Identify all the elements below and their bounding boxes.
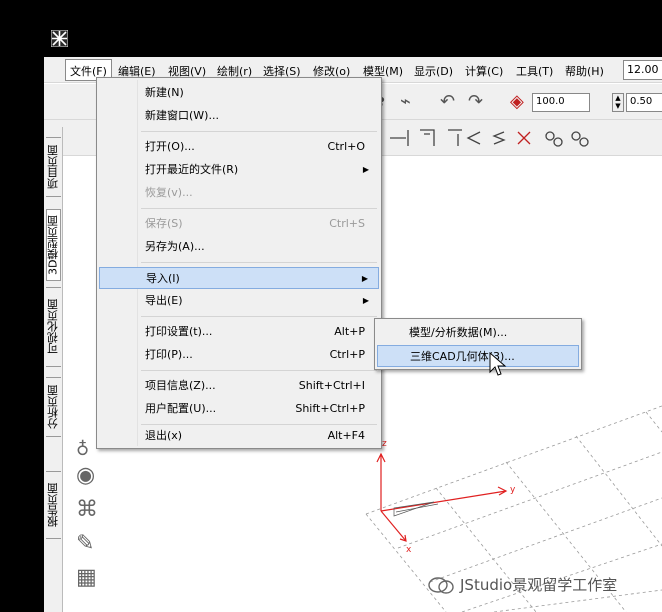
menu-item-exit[interactable]: 退出(x) Alt+F4 [99,425,379,447]
menu-item-label: 退出(x) [145,429,183,442]
draw-tools-icon[interactable] [340,126,662,150]
tool-palette: ♁ ◉ ⌘ ✎ ▦ [64,437,106,612]
import-submenu: 模型/分析数据(M)... 三维CAD几何体(3)... [374,318,582,370]
menu-item-print-setup[interactable]: 打印设置(t)... Alt+P [99,321,379,343]
menu-item-label: 用户配置(U)... [145,402,217,415]
menu-item-label: 恢复(v)... [145,186,193,199]
menu-item-save-as[interactable]: 另存为(A)... [99,236,379,258]
menu-shortcut: Alt+P [334,325,365,338]
app-icon [51,30,68,47]
submenu-item-label: 模型/分析数据(M)... [409,326,508,339]
menu-separator [141,131,377,132]
menu-shortcut: Ctrl+O [327,140,365,153]
sketch-icon[interactable]: ✎ [76,531,94,557]
menu-item-label: 导出(E) [145,294,183,307]
menu-shortcut: Ctrl+S [329,217,365,230]
menu-item-import[interactable]: 导入(I) ▶ [99,267,379,289]
menu-item-save[interactable]: 保存(S) Ctrl+S [99,213,379,235]
tab-visualization[interactable]: 可视化页面 [46,287,61,367]
submenu-arrow-icon: ▶ [362,296,369,305]
lightbulb-icon[interactable]: ♁ [76,437,89,463]
menu-item-export[interactable]: 导出(E) ▶ [99,290,379,312]
menu-item-label: 打印设置(t)... [145,325,213,338]
speaker-icon[interactable]: ◉ [76,463,95,489]
tab-project[interactable]: 项目页面 [46,137,61,197]
plan-icon[interactable]: ▦ [76,565,97,591]
menu-item-user-config[interactable]: 用户配置(U)... Shift+Ctrl+P [99,398,379,420]
menu-separator [141,316,377,317]
menu-separator [141,370,377,371]
stepper-icon[interactable]: ▲ ▼ [612,93,624,112]
menu-shortcut: Ctrl+P [329,348,365,361]
submenu-arrow-icon: ▶ [362,165,369,174]
value-input-1[interactable]: 100.0 [532,93,590,112]
menu-shortcut: Shift+Ctrl+I [298,379,365,392]
value-input-2[interactable]: 0.50 [626,93,662,112]
menu-item-label: 打印(P)... [145,348,193,361]
menu-item-recover[interactable]: 恢复(v)... [99,182,379,204]
menu-shortcut: Alt+F4 [327,429,365,442]
tab-3d-model[interactable]: 3D模型页面 [46,209,61,281]
menu-separator [141,262,377,263]
watermark: JStudio景观留学工作室 [428,574,617,595]
zoom-field[interactable]: 12.00 [623,60,662,80]
snap-icon[interactable]: ◈ [510,92,524,112]
redo-icon[interactable]: ↷ [468,92,483,112]
tab-analysis[interactable]: 分析页面 [46,377,61,437]
tab-report[interactable]: 报告页面 [46,471,61,539]
menu-display[interactable]: 显示(D) [414,63,453,79]
menu-item-open[interactable]: 打开(O)... Ctrl+O [99,136,379,158]
surface-tool-icon[interactable]: ⌁ [400,92,411,112]
menu-item-label: 导入(I) [146,272,180,285]
menu-item-label: 打开(O)... [145,140,195,153]
menu-item-recent[interactable]: 打开最近的文件(R) ▶ [99,159,379,181]
title-bar [0,0,662,57]
menu-help[interactable]: 帮助(H) [565,63,604,79]
x-axis-label: x [406,545,412,555]
menu-item-label: 新建窗口(W)... [145,109,219,122]
menu-calculate[interactable]: 计算(C) [465,63,503,79]
side-tab-bar: 项目页面 3D模型页面 可视化页面 分析页面 报告页面 [44,127,63,612]
z-axis-label: z [382,439,387,449]
app-window: 文件(F) 编辑(E) 视图(V) 绘制(r) 选择(S) 修改(o) 模型(M… [44,57,662,612]
menu-item-label: 另存为(A)... [145,240,205,253]
camera-icon[interactable]: ⌘ [76,497,98,523]
watermark-text: JStudio景观留学工作室 [460,576,618,594]
submenu-item-3d-cad[interactable]: 三维CAD几何体(3)... [377,345,579,367]
menu-shortcut: Shift+Ctrl+P [295,402,365,415]
y-axis-label: y [510,485,516,495]
menu-item-project-info[interactable]: 项目信息(Z)... Shift+Ctrl+I [99,375,379,397]
watermark-icon [428,576,454,594]
menu-item-label: 新建(N) [145,86,184,99]
menu-separator [141,208,377,209]
submenu-arrow-icon: ▶ [361,274,368,283]
menu-item-print[interactable]: 打印(P)... Ctrl+P [99,344,379,366]
menu-item-new-window[interactable]: 新建窗口(W)... [99,105,379,127]
undo-icon[interactable]: ↶ [440,92,455,112]
menu-tools[interactable]: 工具(T) [516,63,553,79]
submenu-item-model-data[interactable]: 模型/分析数据(M)... [377,322,579,344]
mouse-cursor-icon [489,352,507,376]
menu-item-new[interactable]: 新建(N) [99,82,379,104]
file-menu-dropdown: 新建(N) 新建窗口(W)... 打开(O)... Ctrl+O 打开最近的文件… [96,77,382,449]
menu-item-label: 项目信息(Z)... [145,379,216,392]
menu-item-label: 打开最近的文件(R) [145,163,239,176]
menu-item-label: 保存(S) [145,217,183,230]
